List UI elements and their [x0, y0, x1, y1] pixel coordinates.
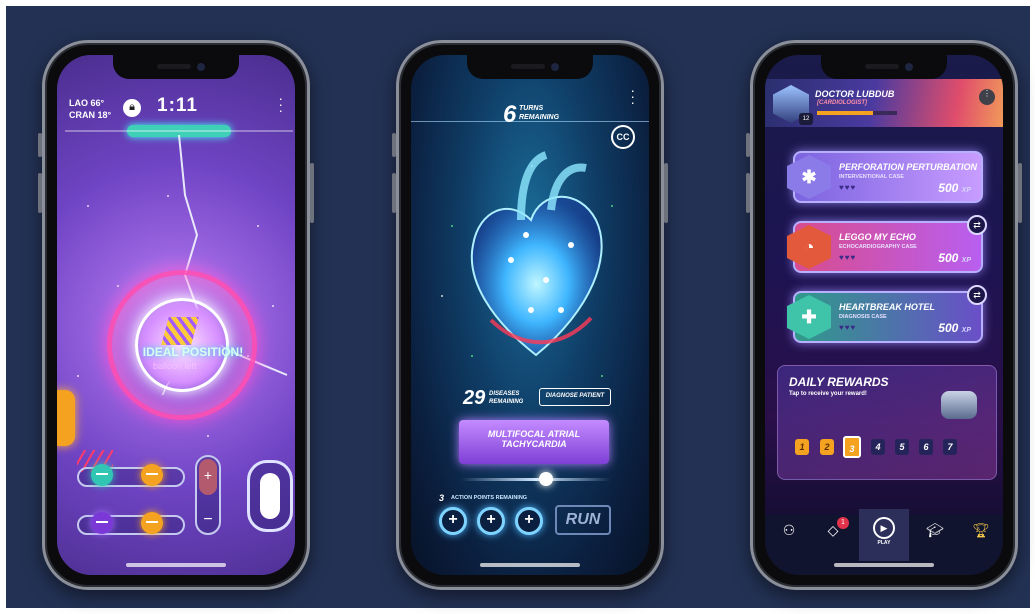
phone-frame-left: LAO 66° CRAN 18° 🔒︎ 1:11 · · · IDEAL POSIT… [38, 40, 314, 590]
interventional-case-icon: ✱ [787, 155, 831, 199]
heart-model [470, 151, 603, 357]
player-role: [CARDIOLOGIST] [817, 100, 867, 106]
difficulty-hearts: ♥♥♥ [839, 323, 857, 332]
status-subtitle: balloon left [153, 361, 197, 371]
nav-trophy-icon[interactable]: 🏆︎ [959, 515, 1003, 559]
daily-rewards-title: DAILY REWARDS [789, 375, 889, 389]
xp-bar [817, 111, 897, 115]
divider-line [65, 130, 293, 132]
run-button[interactable]: RUN [555, 505, 611, 535]
daily-rewards-subtitle: Tap to receive your reward! [789, 391, 867, 397]
nav-play-button[interactable]: ▶ PLAY [859, 509, 909, 561]
diagnosis-slider[interactable] [461, 478, 611, 481]
day-4[interactable]: 4 [871, 439, 885, 455]
control-knob-purple[interactable] [91, 512, 113, 534]
side-panel-tab[interactable] [57, 390, 75, 446]
contrast-slider[interactable]: + − [195, 455, 221, 535]
turns-label: TURNS REMAINING [519, 105, 560, 121]
case-card-3[interactable]: ✚ HEARTBREAK HOTEL DIAGNOSIS CASE ♥♥♥ 50… [787, 285, 987, 343]
daily-reward-days: 1 2 3 4 5 6 7 [795, 436, 995, 459]
day-6[interactable]: 6 [919, 439, 933, 455]
case-card-1[interactable]: ✱ PERFORATION PERTURBATION INTERVENTIONA… [787, 151, 983, 203]
control-knob-orange-top[interactable] [141, 464, 163, 486]
control-knob-orange-bottom[interactable] [141, 512, 163, 534]
inflate-capsule-icon [260, 473, 280, 519]
echo-case-icon: ◔ [787, 225, 831, 269]
diseases-count: 29 [463, 387, 486, 409]
phone-frame-right: 12 DOCTOR LUBDUB [CARDIOLOGIST] ⋮ ✱ PERF… [746, 40, 1022, 590]
menu-dots-icon[interactable]: ⋮ [979, 89, 995, 105]
diagnosis-line2: TACHYCARDIA [501, 439, 567, 449]
play-icon: ▶ [873, 517, 895, 539]
action-point-button-3[interactable]: + [515, 507, 543, 535]
reward-chest-icon[interactable] [941, 391, 977, 419]
inflate-button[interactable] [247, 460, 293, 532]
notification-badge: 1 [837, 517, 849, 529]
nav-gems-icon[interactable]: ◇ 1 [811, 515, 855, 559]
action-point-button-1[interactable]: + [439, 507, 467, 535]
diagnosis-card[interactable]: MULTIFOCAL ATRIAL TACHYCARDIA [459, 420, 609, 464]
lock-icon[interactable]: 🔒︎ [123, 99, 141, 117]
action-points-label: ACTION POINTS REMAINING [451, 495, 528, 501]
day-1[interactable]: 1 [795, 439, 809, 455]
day-5[interactable]: 5 [895, 439, 909, 455]
day-7[interactable]: 7 [943, 439, 957, 455]
game-screen-lobby: 12 DOCTOR LUBDUB [CARDIOLOGIST] ⋮ ✱ PERF… [765, 55, 1003, 575]
nav-play-label: PLAY [877, 540, 891, 546]
action-points-count: 3 [439, 493, 445, 503]
day-3-current[interactable]: 3 [843, 436, 861, 458]
level-badge: 12 [799, 113, 813, 125]
diagnose-patient-button[interactable]: DIAGNOSE PATIENT [539, 388, 611, 406]
diagnosis-line1: MULTIFOCAL ATRIAL [487, 429, 581, 439]
control-knob-teal[interactable] [91, 464, 113, 486]
difficulty-hearts: ♥♥♥ [839, 253, 857, 262]
game-timer: 1:11 [157, 95, 198, 116]
phone-frame-center: · · · 6 TURNS REMAINING CC 29 DISEASES REMAI… [392, 40, 668, 590]
diagnosis-case-icon: ✚ [787, 295, 831, 339]
captions-button[interactable]: CC [611, 125, 635, 149]
shuffle-icon[interactable]: ⇄ [967, 215, 987, 235]
status-message: IDEAL POSITION! [142, 345, 244, 359]
game-screen-positioning: LAO 66° CRAN 18° 🔒︎ 1:11 · · · IDEAL POSIT… [57, 55, 295, 575]
action-point-button-2[interactable]: + [477, 507, 505, 535]
contrast-plus-button[interactable]: + [199, 459, 217, 495]
angle-readout: LAO 66° CRAN 18° [69, 98, 112, 120]
nav-team-icon[interactable]: ⚇ [767, 515, 811, 559]
slider-handle[interactable] [539, 472, 553, 486]
nav-education-icon[interactable]: 🎓︎ [913, 515, 957, 559]
menu-dots-icon[interactable]: · · · [630, 83, 635, 109]
menu-dots-icon[interactable]: · · · [278, 91, 283, 117]
case-card-2[interactable]: ◔ LEGGO MY ECHO ECHOCARDIOGRAPHY CASE ♥♥… [787, 215, 987, 273]
contrast-minus-button[interactable]: − [197, 511, 219, 529]
shuffle-icon[interactable]: ⇄ [967, 285, 987, 305]
player-name: DOCTOR LUBDUB [815, 89, 895, 99]
diseases-label: DISEASES REMAINING [489, 391, 524, 405]
day-2[interactable]: 2 [820, 439, 834, 455]
difficulty-hearts: ♥♥♥ [839, 183, 857, 192]
game-screen-diagnosis: · · · 6 TURNS REMAINING CC 29 DISEASES REMAI… [411, 55, 649, 575]
turns-count: 6 [503, 101, 517, 128]
